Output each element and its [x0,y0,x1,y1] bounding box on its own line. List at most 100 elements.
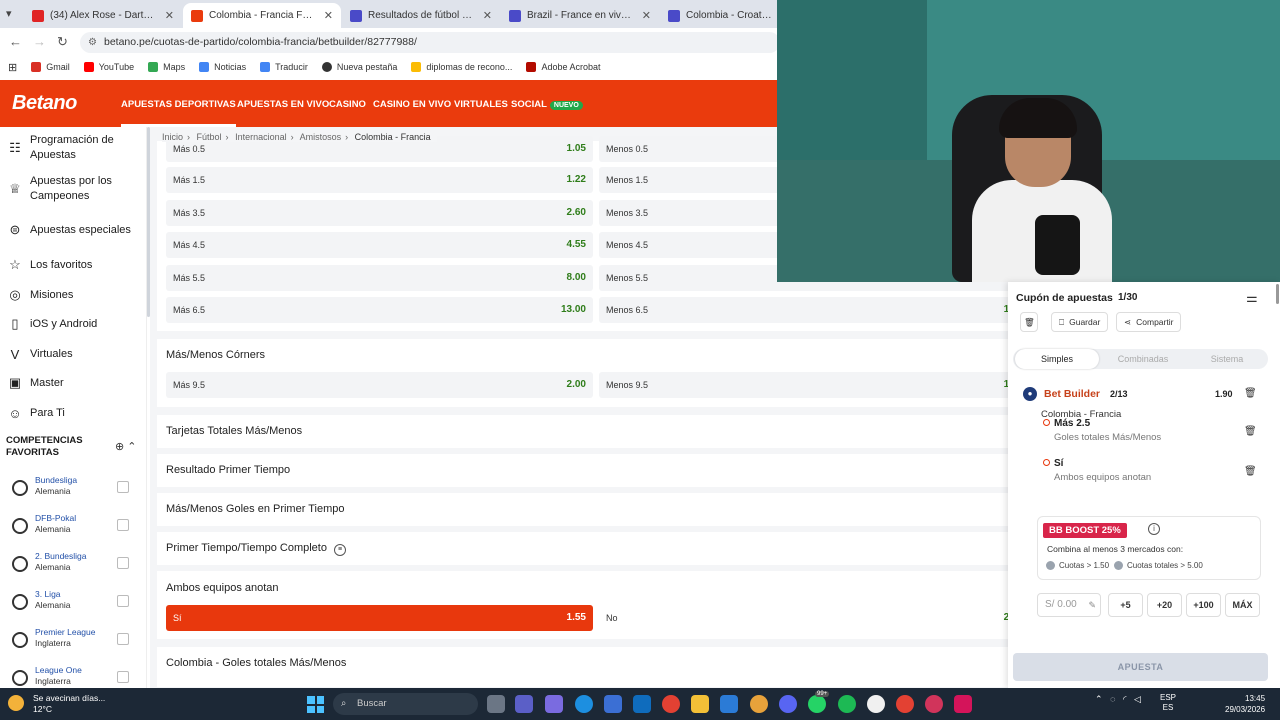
notepad-icon[interactable] [720,695,738,713]
capcut-icon[interactable] [954,695,972,713]
sidebar-item-ios-android[interactable]: ▯ iOS y Android [0,315,146,333]
competition-item[interactable]: 3. Liga Alemania [0,585,146,619]
teams-icon[interactable] [515,695,533,713]
system-tray[interactable]: ⌃ ◌ ◜ ◁ [1095,694,1141,705]
app-icon[interactable] [750,695,768,713]
close-icon[interactable]: ✕ [642,9,651,22]
bookmark-youtube[interactable]: YouTube [83,62,134,72]
forward-icon[interactable]: → [33,34,46,49]
sidebar-item-misiones[interactable]: ◎ Misiones [0,286,146,304]
trash-icon[interactable]: 🗑 [1244,426,1257,437]
discord-icon[interactable] [779,695,797,713]
tab-youtube[interactable]: (34) Alex Rose - Darte (Remix) Ft ✕ [24,3,182,28]
apps-icon[interactable]: ⊞ [8,61,17,74]
wifi-icon[interactable]: ◜ [1123,694,1127,704]
market-collapsed-colombia-goles[interactable]: Colombia - Goles totales Más/Menos [157,647,1008,687]
competitions-controls[interactable]: ⊕ ⌃ [115,440,137,453]
whatsapp-icon[interactable] [808,695,826,713]
sidebar-item-programacion[interactable]: ☷ Programación de Apuestas [0,133,146,163]
market-collapsed-tarjetas[interactable]: Tarjetas Totales Más/Menos [157,415,1008,448]
nav-casino[interactable]: CASINO [329,99,366,110]
file-explorer-icon[interactable] [691,695,709,713]
sidebar-item-virtuales[interactable]: V Virtuales [0,345,146,363]
place-bet-button[interactable]: APUESTA [1013,653,1268,681]
clear-slip-button[interactable]: 🗑 [1020,312,1038,332]
competition-item[interactable]: DFB-Pokal Alemania [0,509,146,543]
favorite-checkbox[interactable] [117,595,129,607]
quick-stake-100[interactable]: +100 [1186,593,1221,617]
taskbar-search[interactable]: ⌕ Buscar [333,693,478,715]
odd-corners-over[interactable]: Más 9.5 2.00 [166,372,593,398]
bookmark-nueva-pestana[interactable]: Nueva pestaña [321,62,397,72]
reload-icon[interactable]: ↻ [57,34,68,50]
close-icon[interactable]: ✕ [324,9,333,22]
sidebar-item-favoritos[interactable]: ☆ Los favoritos [0,256,146,274]
language-indicator[interactable]: ESP ES [1160,693,1176,713]
chrome-icon[interactable] [662,695,680,713]
stake-input[interactable]: S/ 0.00 ✎ [1037,593,1101,617]
nav-apuestas-deportivas[interactable]: APUESTAS DEPORTIVAS [121,99,236,127]
sidebar-item-especiales[interactable]: ⊜ Apuestas especiales [0,215,146,245]
windows-start-icon[interactable] [307,696,324,713]
bookmark-noticias[interactable]: Noticias [199,62,246,72]
bookmark-gmail[interactable]: Gmail [31,62,70,72]
breadcrumb-item[interactable]: Inicio [162,132,183,142]
clock[interactable]: 13:45 29/03/2026 [1225,693,1265,715]
market-collapsed-resultado-primer-tiempo[interactable]: Resultado Primer Tiempo [157,454,1008,487]
back-icon[interactable]: ← [9,34,22,49]
site-info-icon[interactable]: ⚙ [88,32,97,53]
favorite-checkbox[interactable] [117,481,129,493]
tab-colombia-croatia[interactable]: Colombia - Croatia en vivo [660,3,780,28]
market-title[interactable]: Ambos equipos anotan [166,582,279,594]
competition-item[interactable]: League One Inglaterra [0,661,146,688]
nav-virtuales[interactable]: VIRTUALES [454,99,508,110]
chevron-up-icon[interactable]: ⌃ [127,441,136,453]
odd-over-5-5[interactable]: Más 5.5 8.00 [166,265,593,291]
tab-sistema[interactable]: Sistema [1185,349,1269,369]
odd-over-6-5[interactable]: Más 6.5 13.00 [166,297,593,323]
spotify-icon[interactable] [838,695,856,713]
edge-icon[interactable] [575,695,593,713]
tab-combinadas[interactable]: Combinadas [1101,349,1185,369]
url-input[interactable]: ⚙ betano.pe/cuotas-de-partido/colombia-f… [80,32,780,53]
tab-resultados[interactable]: Resultados de fútbol en directo ✕ [342,3,500,28]
tab-brazil-france[interactable]: Brazil - France en vivo, resultado ✕ [501,3,659,28]
betslip-scrollbar[interactable] [1276,284,1279,304]
quick-stake-5[interactable]: +5 [1108,593,1143,617]
odd-over-1-5[interactable]: Más 1.5 1.22 [166,167,593,193]
copilot-icon[interactable] [545,695,563,713]
chrome-icon[interactable] [896,695,914,713]
outlook-icon[interactable] [633,695,651,713]
close-icon[interactable]: ✕ [483,9,492,22]
competition-item[interactable]: 2. Bundesliga Alemania [0,547,146,581]
breadcrumb-item[interactable]: Fútbol [197,132,222,142]
volume-icon[interactable]: ◁ [1134,694,1141,704]
favorite-checkbox[interactable] [117,557,129,569]
odd-under-6-5[interactable]: Menos 6.51. [599,297,1008,323]
tab-simples[interactable]: Simples [1015,349,1099,369]
trash-icon[interactable]: 🗑 [1244,388,1257,399]
favorite-checkbox[interactable] [117,671,129,683]
sidebar-item-para-ti[interactable]: ☺ Para Ti [0,404,146,422]
app-icon[interactable] [925,695,943,713]
bookmark-traducir[interactable]: Traducir [260,62,308,72]
favorite-checkbox[interactable] [117,519,129,531]
favorite-checkbox[interactable] [117,633,129,645]
obs-icon[interactable] [867,695,885,713]
close-icon[interactable]: ✕ [165,9,174,22]
bookmark-adobe[interactable]: Adobe Acrobat [526,62,600,72]
store-icon[interactable] [604,695,622,713]
bookmark-diplomas[interactable]: diplomas de recono... [411,62,512,72]
sidebar-item-campeones[interactable]: ♕ Apuestas por los Campeones [0,174,146,204]
odd-btts-yes[interactable]: Sí 1.55 [166,605,593,631]
info-icon[interactable]: i [1148,523,1160,535]
breadcrumb-item[interactable]: Internacional [235,132,287,142]
quick-stake-max[interactable]: MÁX [1225,593,1260,617]
chevron-up-icon[interactable]: ⌃ [1095,694,1103,704]
market-collapsed-primer-tiempo-completo[interactable]: Primer Tiempo/Tiempo Completo ≡ [157,532,1008,565]
trash-icon[interactable]: 🗑 [1244,466,1257,477]
tab-search-icon[interactable]: ▾ [6,7,12,20]
task-view-icon[interactable] [487,695,505,713]
nav-casino-en-vivo[interactable]: CASINO EN VIVO [373,99,451,110]
breadcrumb-item[interactable]: Amistosos [300,132,342,142]
